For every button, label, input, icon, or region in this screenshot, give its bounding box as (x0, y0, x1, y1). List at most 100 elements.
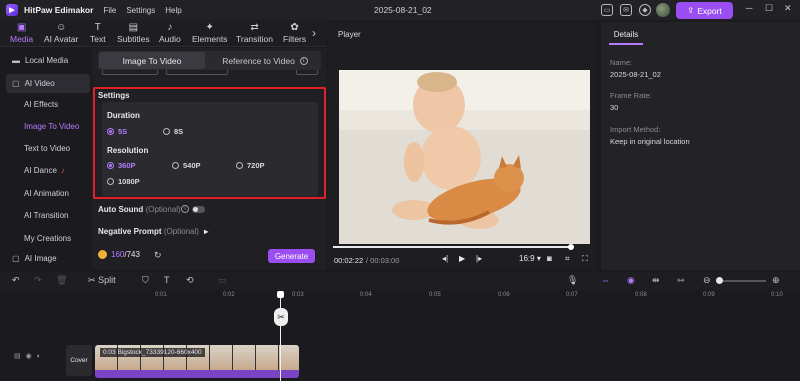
fullscreen-icon[interactable]: ⛶ (582, 254, 588, 264)
close-icon[interactable]: ✕ (784, 3, 792, 14)
resolution-720p-radio[interactable]: 720P (236, 161, 265, 170)
playback-scrubber[interactable] (333, 244, 574, 250)
delete-icon[interactable]: 🗑 (56, 275, 67, 286)
tab-image-to-video[interactable]: Image To Video (99, 52, 205, 69)
menu-settings[interactable]: Settings (126, 6, 155, 15)
duration-5s-radio[interactable]: 5S (107, 127, 127, 136)
settings-title: Settings (98, 91, 130, 100)
layout-icon[interactable]: ▭ (601, 4, 613, 16)
refresh-icon[interactable]: ↻ (154, 250, 162, 261)
tab-transition[interactable]: ⇄ Transition (236, 22, 273, 44)
cover-button[interactable]: Cover (66, 345, 92, 376)
sidebar-item-local-media[interactable]: ▬ Local Media (6, 51, 90, 70)
zoom-knob[interactable] (716, 277, 723, 284)
tab-audio[interactable]: ♪ Audio (159, 22, 181, 44)
main-tab-bar: ▣ Media ☺ AI Avatar T Text ▤ Subtitles ♪ Audi… (0, 20, 327, 47)
auto-sound-toggle[interactable] (192, 206, 205, 213)
gift-icon[interactable]: ◆ (639, 4, 651, 16)
video-clip[interactable]: 0:03 Bigstock_73339120-660x400 (95, 345, 299, 378)
chevron-right-icon[interactable]: › (312, 26, 316, 40)
play-icon[interactable]: ▶ (459, 254, 465, 263)
app-window: ▶ HitPaw Edimakor File Settings Help 202… (0, 0, 800, 381)
eye-icon[interactable]: ◉ (26, 353, 37, 360)
image-icon[interactable]: ▭ (218, 275, 227, 286)
ai-settings-panel: Image To Video Reference to Video i Setti… (92, 48, 327, 270)
shield-icon[interactable]: ⛉ (142, 275, 149, 286)
next-frame-icon[interactable]: |▸ (476, 254, 482, 263)
resolution-540p-radio[interactable]: 540P (172, 161, 201, 170)
playhead[interactable] (280, 293, 281, 381)
link-icon[interactable]: ⇔ (601, 275, 610, 285)
snapshot-icon[interactable]: ◙ (547, 254, 552, 263)
zoom-out-icon[interactable]: ⊖ (703, 275, 711, 286)
ruler-tick: 0:05 (429, 292, 441, 298)
crop-icon[interactable]: ⌗ (565, 254, 570, 264)
sidebar-item-ai-transition[interactable]: AI Transition (6, 206, 90, 225)
dance-icon: ♪ (60, 166, 65, 175)
resolution-1080p-radio[interactable]: 1080P (107, 177, 140, 186)
export-button[interactable]: ⇪ Export (676, 2, 733, 19)
menu-file[interactable]: File (103, 6, 116, 15)
snap-icon[interactable]: ⇹ (652, 275, 660, 286)
detail-key-frame-rate: Frame Rate: (610, 91, 652, 100)
sidebar-item-ai-image[interactable]: ▢ AI Image (6, 249, 90, 268)
feedback-icon[interactable]: ✉ (620, 4, 632, 16)
total-time: / 00:03:00 (366, 256, 400, 265)
video-frame-image (339, 70, 590, 244)
zoom-slider[interactable] (716, 280, 766, 282)
playback-knob[interactable] (568, 244, 574, 250)
mute-icon[interactable]: ◐ (37, 353, 46, 360)
sidebar-item-ai-animation[interactable]: AI Animation (6, 184, 90, 203)
user-avatar[interactable] (656, 3, 670, 17)
sidebar-item-my-creations[interactable]: My Creations (6, 229, 90, 248)
duration-8s-radio[interactable]: 8S (163, 127, 183, 136)
tab-subtitles[interactable]: ▤ Subtitles (117, 22, 150, 44)
maximize-icon[interactable]: ☐ (765, 3, 773, 14)
rotate-icon[interactable]: ⟲ (186, 275, 194, 286)
info-icon[interactable]: i (181, 205, 189, 213)
zoom-in-icon[interactable]: ⊕ (772, 275, 780, 286)
sidebar-item-ai-effects[interactable]: AI Effects (6, 95, 90, 114)
detail-value-name: 2025-08-21_02 (610, 70, 661, 79)
info-icon[interactable]: i (299, 56, 308, 65)
magnet-icon[interactable]: ◉ (627, 275, 635, 286)
scrolled-chip (166, 70, 228, 75)
tab-ai-avatar[interactable]: ☺ AI Avatar (44, 22, 78, 44)
auto-sound-label: Auto Sound (Optional) (98, 205, 181, 214)
resolution-360p-radio[interactable]: 360P (107, 161, 136, 170)
tab-details[interactable]: Details (609, 25, 643, 45)
sidebar-item-text-to-video[interactable]: Text to Video (6, 139, 90, 158)
generate-button[interactable]: Generate (268, 249, 315, 263)
settings-box: Duration 5S 8S Resolution 360P 540P 720P… (102, 102, 318, 196)
detail-key-name: Name: (610, 58, 633, 67)
lock-icon[interactable]: ▤ (14, 353, 26, 360)
menu-help[interactable]: Help (165, 6, 181, 15)
aspect-ratio-select[interactable]: 16:9 ▾ (519, 254, 541, 263)
avatar-icon: ☺ (56, 22, 67, 33)
minimize-icon[interactable]: ─ (746, 3, 752, 13)
tab-text[interactable]: T Text (90, 22, 106, 44)
detail-value-import-method: Keep in original location (610, 137, 690, 146)
tab-elements[interactable]: ✦ Elements (192, 22, 227, 44)
sidebar-item-ai-video[interactable]: ▢ AI Video (6, 74, 90, 93)
undo-icon[interactable]: ↶ (12, 275, 20, 286)
video-preview[interactable] (339, 70, 590, 244)
current-time: 00:02:22 (334, 256, 364, 265)
sidebar-item-ai-dance[interactable]: AI Dance ♪ (6, 161, 90, 180)
microphone-icon[interactable]: 🎙 (567, 275, 578, 286)
scissors-icon[interactable]: ✂ (274, 308, 288, 326)
redo-icon[interactable]: ↷ (34, 275, 42, 286)
tab-reference-to-video[interactable]: Reference to Video i (210, 52, 320, 69)
negative-prompt-expander[interactable]: Negative Prompt (Optional) ▸ (98, 227, 208, 236)
tab-filters[interactable]: ✿ Filters (283, 22, 306, 44)
prev-frame-icon[interactable]: ◂| (442, 254, 448, 263)
tab-media[interactable]: ▣ Media (10, 22, 33, 44)
text-box-icon[interactable]: T (164, 275, 170, 285)
sidebar-item-image-to-video[interactable]: Image To Video (6, 117, 90, 136)
fit-icon[interactable]: ⇿ (677, 275, 685, 286)
playhead-handle[interactable] (277, 291, 284, 298)
split-button[interactable]: ✂ Split (88, 275, 116, 286)
app-title: HitPaw Edimakor (24, 5, 94, 15)
project-name: 2025-08-21_02 (374, 5, 432, 15)
filters-icon: ✿ (290, 22, 299, 33)
